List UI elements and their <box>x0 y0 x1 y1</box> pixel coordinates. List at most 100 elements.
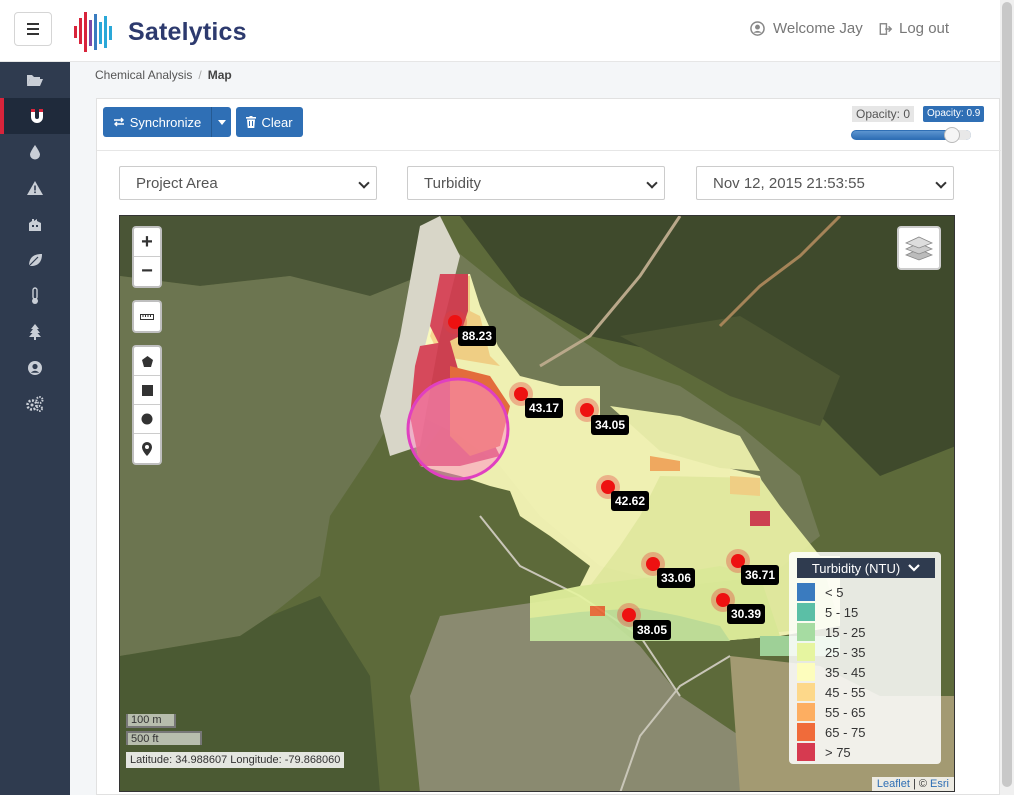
tint-icon <box>30 145 40 160</box>
measure-control <box>132 300 162 333</box>
legend-label: 55 - 65 <box>825 704 866 720</box>
legend-toggle[interactable]: Turbidity (NTU) <box>797 558 935 578</box>
attribution-separator: | © <box>909 778 931 790</box>
opacity-max-label: Opacity: 0.9 <box>923 106 985 122</box>
draw-rectangle-button[interactable] <box>134 376 160 405</box>
sample-label[interactable]: 88.23 <box>458 326 497 346</box>
breadcrumb-separator: / <box>198 68 202 82</box>
sidebar-item-forestry[interactable] <box>0 314 70 350</box>
measure-button[interactable] <box>134 302 160 331</box>
legend-item: 15 - 25 <box>797 622 933 642</box>
legend-swatch <box>797 603 815 621</box>
sample-label[interactable]: 42.62 <box>611 491 650 511</box>
thermometer-icon <box>32 287 38 304</box>
legend-swatch <box>797 583 815 601</box>
area-select[interactable]: Project Area <box>119 166 377 200</box>
sidebar-item-alerts[interactable] <box>0 170 70 206</box>
breadcrumb: Chemical Analysis / Map <box>95 68 232 82</box>
sidebar-item-chemical-analysis[interactable] <box>0 98 70 134</box>
sample-label[interactable]: 36.71 <box>741 565 780 585</box>
exchange-icon <box>113 117 124 127</box>
sidebar-item-settings[interactable] <box>0 386 70 422</box>
map-attribution: Leaflet | © Esri <box>871 777 954 791</box>
layers-control-button[interactable] <box>897 226 941 270</box>
menu-toggle-button[interactable] <box>14 12 52 46</box>
draw-circle-button[interactable] <box>134 405 160 434</box>
synchronize-button[interactable]: Synchronize <box>103 107 211 137</box>
datetime-select[interactable]: Nov 12, 2015 21:53:55 <box>696 166 954 200</box>
draw-toolbar <box>132 345 162 465</box>
legend-swatch <box>797 743 815 761</box>
parameter-select-value: Turbidity <box>424 174 481 192</box>
chevron-down-icon <box>358 177 370 189</box>
map-panel: Synchronize Clear Opacity: 0 Opacity: 0.… <box>96 98 1001 795</box>
legend-item: < 5 <box>797 582 933 602</box>
datetime-select-value: Nov 12, 2015 21:53:55 <box>713 174 865 192</box>
map-canvas[interactable]: 88.23 43.17 34.05 42.62 33.06 36.71 30.3… <box>119 215 955 792</box>
draw-marker-button[interactable] <box>134 434 160 463</box>
breadcrumb-current: Map <box>207 68 232 82</box>
legend-swatch <box>797 623 815 641</box>
logout-link[interactable]: Log out <box>879 20 949 37</box>
legend-item: 45 - 55 <box>797 682 933 702</box>
draw-polygon-button[interactable] <box>134 347 160 376</box>
top-navbar: Satelytics Welcome Jay Log out <box>0 0 1000 62</box>
sample-label[interactable]: 38.05 <box>633 620 672 640</box>
sidebar-item-account[interactable] <box>0 350 70 386</box>
legend-item: 65 - 75 <box>797 722 933 742</box>
magnet-icon <box>31 109 43 123</box>
synchronize-dropdown-toggle[interactable] <box>211 107 231 137</box>
sidebar-item-infrastructure[interactable] <box>0 206 70 242</box>
sidebar-item-vegetation[interactable] <box>0 242 70 278</box>
legend-label: 5 - 15 <box>825 604 859 620</box>
legend-item: 35 - 45 <box>797 662 933 682</box>
warning-icon <box>27 181 43 195</box>
trash-icon <box>246 116 257 128</box>
sidebar-item-projects[interactable] <box>0 62 70 98</box>
scale-bar-metric: 100 m <box>126 714 176 728</box>
legend-swatch <box>797 703 815 721</box>
welcome-user[interactable]: Welcome Jay <box>750 20 863 37</box>
opacity-slider-handle[interactable] <box>944 127 960 143</box>
sign-out-icon <box>879 22 893 35</box>
folder-open-icon <box>27 75 43 86</box>
legend-label: > 75 <box>825 744 851 760</box>
sample-label[interactable]: 43.17 <box>525 398 564 418</box>
zoom-control: + − <box>132 226 162 288</box>
legend-item: 25 - 35 <box>797 642 933 662</box>
chevron-down-icon <box>908 564 920 572</box>
square-icon <box>141 384 153 396</box>
sample-label[interactable]: 34.05 <box>591 415 630 435</box>
esri-link[interactable]: Esri <box>930 778 949 790</box>
map-toolbar: Synchronize Clear Opacity: 0 Opacity: 0.… <box>97 99 1001 151</box>
clear-button[interactable]: Clear <box>236 107 303 137</box>
leaflet-link[interactable]: Leaflet <box>877 778 910 790</box>
clear-label: Clear <box>261 114 293 130</box>
tree-icon <box>29 324 41 340</box>
sample-label[interactable]: 30.39 <box>727 604 766 624</box>
user-circle-icon <box>750 21 765 36</box>
legend-label: 15 - 25 <box>825 624 866 640</box>
zoom-out-button[interactable]: − <box>134 257 160 286</box>
legend-swatch <box>797 663 815 681</box>
scale-bar-imperial: 500 ft <box>126 731 202 745</box>
synchronize-label: Synchronize <box>129 114 202 130</box>
breadcrumb-parent[interactable]: Chemical Analysis <box>95 68 192 82</box>
page-scrollbar[interactable] <box>1000 0 1014 795</box>
legend-swatch <box>797 643 815 661</box>
welcome-text: Welcome Jay <box>773 20 863 37</box>
legend-label: 35 - 45 <box>825 664 866 680</box>
cogs-icon <box>26 396 44 412</box>
sample-label[interactable]: 33.06 <box>657 568 696 588</box>
factory-icon <box>29 219 41 231</box>
polygon-icon <box>141 355 153 367</box>
sidebar-item-water[interactable] <box>0 134 70 170</box>
zoom-in-button[interactable]: + <box>134 228 160 257</box>
brand-logo[interactable]: Satelytics <box>72 8 247 56</box>
caret-down-icon <box>217 119 226 125</box>
scrollbar-thumb[interactable] <box>1002 2 1012 787</box>
chevron-down-icon <box>935 177 947 189</box>
parameter-select[interactable]: Turbidity <box>407 166 665 200</box>
sidebar-item-temperature[interactable] <box>0 278 70 314</box>
chevron-down-icon <box>646 177 658 189</box>
